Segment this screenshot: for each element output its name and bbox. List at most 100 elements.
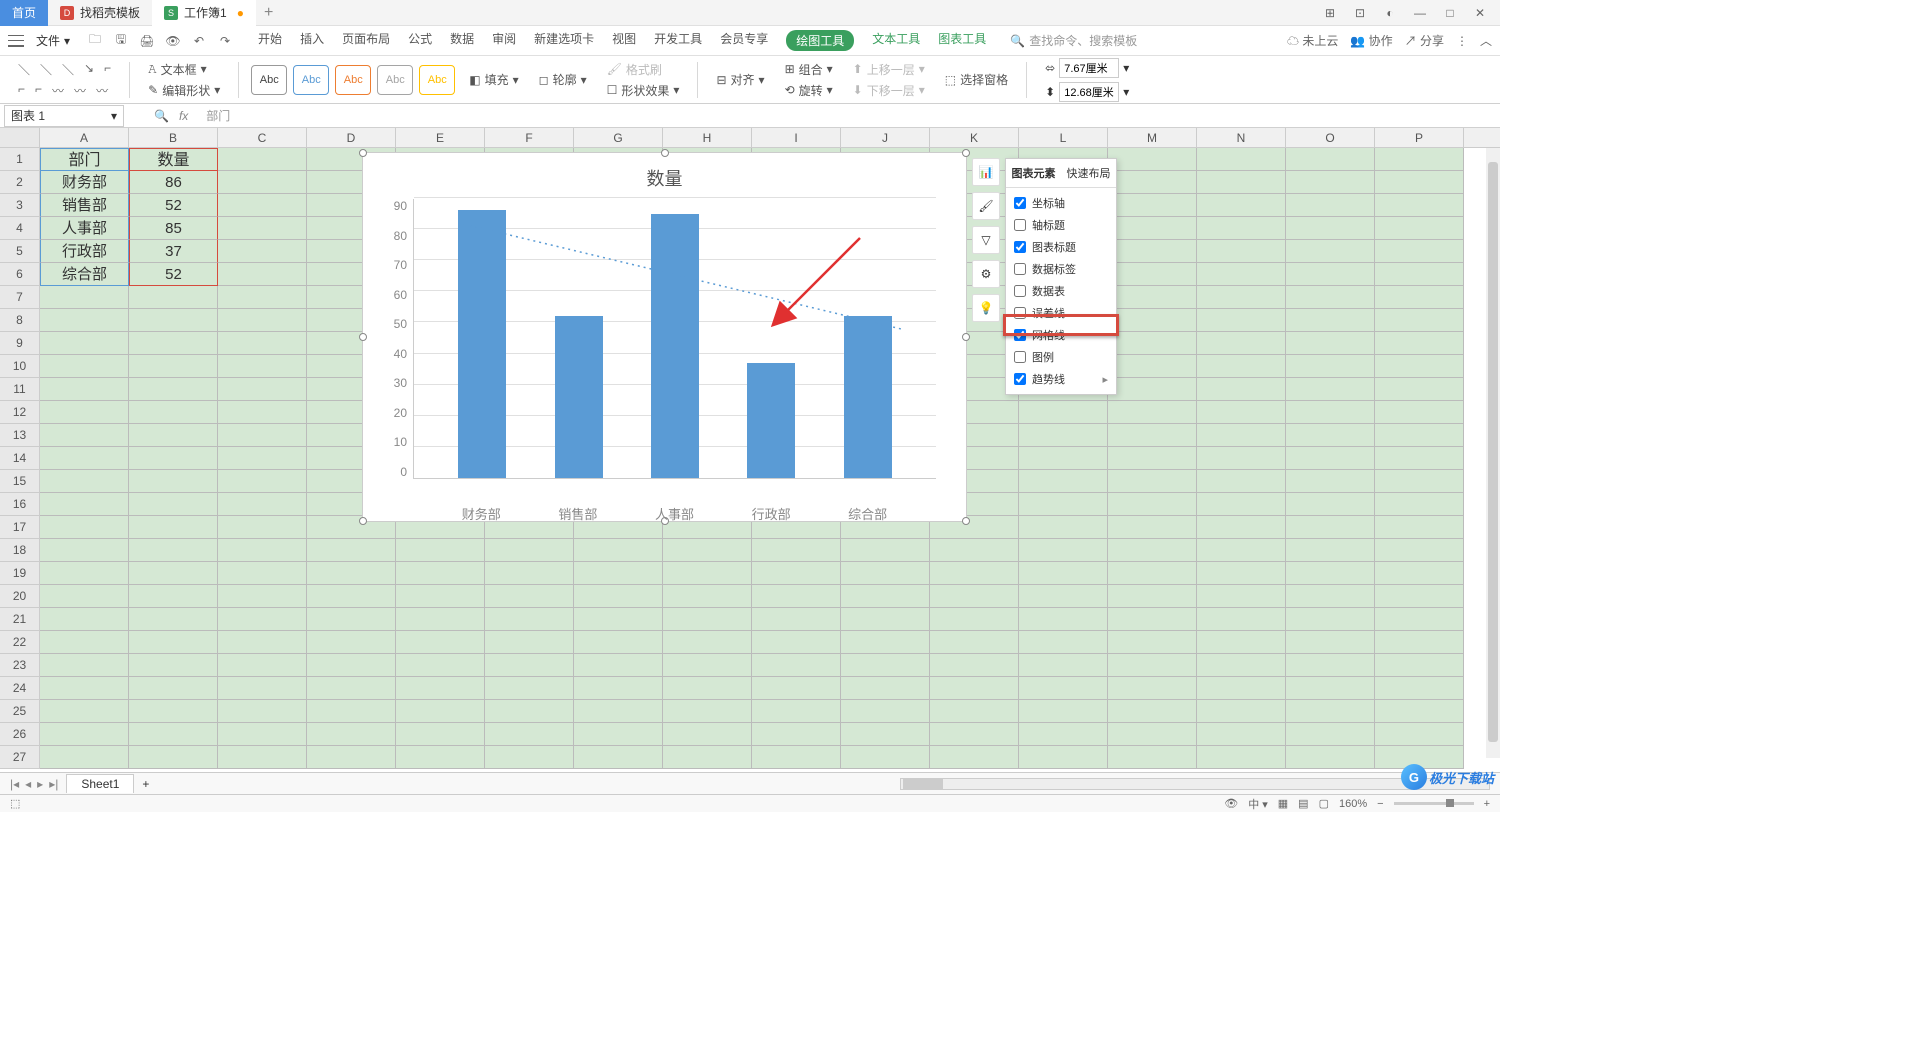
cell[interactable] bbox=[218, 608, 307, 631]
cell[interactable] bbox=[1197, 493, 1286, 516]
cell[interactable] bbox=[574, 539, 663, 562]
cell[interactable] bbox=[40, 447, 129, 470]
cell[interactable] bbox=[1197, 148, 1286, 171]
open-icon[interactable]: 🗀 bbox=[86, 32, 104, 50]
cell[interactable] bbox=[1375, 378, 1464, 401]
cell[interactable] bbox=[1108, 539, 1197, 562]
row-header[interactable]: 18 bbox=[0, 539, 40, 562]
row-header[interactable]: 21 bbox=[0, 608, 40, 631]
cell[interactable] bbox=[129, 700, 218, 723]
cell[interactable] bbox=[1019, 562, 1108, 585]
cell[interactable] bbox=[841, 562, 930, 585]
cell[interactable] bbox=[930, 723, 1019, 746]
cell[interactable] bbox=[129, 424, 218, 447]
cell[interactable] bbox=[1108, 516, 1197, 539]
textbox-button[interactable]: 𝙰 文本框 ▾ bbox=[148, 61, 220, 78]
cell[interactable] bbox=[485, 562, 574, 585]
cell[interactable] bbox=[218, 217, 307, 240]
cell[interactable] bbox=[1197, 700, 1286, 723]
row-header[interactable]: 14 bbox=[0, 447, 40, 470]
cell[interactable] bbox=[663, 585, 752, 608]
resize-handle[interactable] bbox=[962, 517, 970, 525]
cell[interactable] bbox=[396, 562, 485, 585]
cell[interactable] bbox=[841, 723, 930, 746]
cell[interactable] bbox=[396, 608, 485, 631]
cell[interactable] bbox=[40, 401, 129, 424]
cell[interactable] bbox=[218, 493, 307, 516]
row-header[interactable]: 10 bbox=[0, 355, 40, 378]
col-header[interactable]: P bbox=[1375, 128, 1464, 147]
cell[interactable] bbox=[663, 723, 752, 746]
cell[interactable] bbox=[841, 700, 930, 723]
cell[interactable]: 37 bbox=[129, 240, 218, 263]
layout-icon[interactable]: ⊞ bbox=[1320, 3, 1340, 23]
col-header[interactable]: M bbox=[1108, 128, 1197, 147]
cell[interactable] bbox=[307, 631, 396, 654]
cell[interactable]: 52 bbox=[129, 194, 218, 217]
cell[interactable] bbox=[40, 424, 129, 447]
popup-tab-elements[interactable]: 图表元素 bbox=[1006, 159, 1061, 187]
cell[interactable] bbox=[129, 654, 218, 677]
row-header[interactable]: 1 bbox=[0, 148, 40, 171]
cell[interactable] bbox=[218, 562, 307, 585]
undo-icon[interactable]: ↶ bbox=[190, 32, 208, 50]
col-header[interactable]: C bbox=[218, 128, 307, 147]
lightbulb-icon[interactable]: 💡 bbox=[972, 294, 1000, 322]
tab-review[interactable]: 审阅 bbox=[492, 30, 516, 51]
zoom-value[interactable]: 160% bbox=[1339, 798, 1367, 810]
tab-member[interactable]: 会员专享 bbox=[720, 30, 768, 51]
align-button[interactable]: ⊟对齐▾ bbox=[716, 71, 764, 88]
cell[interactable] bbox=[1286, 723, 1375, 746]
cell[interactable] bbox=[663, 700, 752, 723]
cell[interactable] bbox=[1286, 309, 1375, 332]
chart-options-icon[interactable]: 📊 bbox=[972, 158, 1000, 186]
cell[interactable] bbox=[129, 677, 218, 700]
settings-icon[interactable]: ⚙ bbox=[972, 260, 1000, 288]
resize-handle[interactable] bbox=[962, 333, 970, 341]
cell[interactable] bbox=[396, 700, 485, 723]
cell[interactable] bbox=[307, 539, 396, 562]
cell[interactable] bbox=[40, 493, 129, 516]
cell[interactable] bbox=[1375, 424, 1464, 447]
cell[interactable] bbox=[1375, 401, 1464, 424]
line6-icon[interactable]: ⌐ bbox=[18, 82, 25, 99]
cell[interactable] bbox=[1197, 309, 1286, 332]
style-2[interactable]: Abc bbox=[293, 65, 329, 95]
outline-button[interactable]: ◻轮廓▾ bbox=[539, 71, 587, 88]
checkbox[interactable] bbox=[1014, 219, 1026, 231]
row-header[interactable]: 12 bbox=[0, 401, 40, 424]
cell[interactable] bbox=[1108, 355, 1197, 378]
status-icon[interactable]: ⬚ bbox=[10, 797, 20, 810]
cell[interactable] bbox=[1286, 516, 1375, 539]
print-icon[interactable]: 🖨 bbox=[138, 32, 156, 50]
cell[interactable] bbox=[1108, 309, 1197, 332]
style-4[interactable]: Abc bbox=[377, 65, 413, 95]
cell[interactable] bbox=[574, 562, 663, 585]
col-header[interactable]: E bbox=[396, 128, 485, 147]
cell[interactable] bbox=[218, 447, 307, 470]
cell[interactable] bbox=[40, 562, 129, 585]
cell[interactable] bbox=[574, 677, 663, 700]
cell[interactable] bbox=[930, 631, 1019, 654]
cell[interactable] bbox=[218, 677, 307, 700]
cell[interactable] bbox=[129, 562, 218, 585]
cell[interactable] bbox=[1375, 286, 1464, 309]
cell[interactable] bbox=[1108, 470, 1197, 493]
cell[interactable] bbox=[1108, 631, 1197, 654]
cell[interactable] bbox=[1286, 171, 1375, 194]
popup-item[interactable]: 误差线 bbox=[1006, 302, 1116, 324]
group-button[interactable]: ⊞ 组合 ▾ bbox=[785, 61, 833, 78]
ime-icon[interactable]: 中 ▾ bbox=[1248, 796, 1268, 812]
cell[interactable] bbox=[663, 746, 752, 769]
cell[interactable] bbox=[485, 539, 574, 562]
cell[interactable] bbox=[129, 378, 218, 401]
cell[interactable] bbox=[1108, 493, 1197, 516]
row-header[interactable]: 23 bbox=[0, 654, 40, 677]
cell[interactable] bbox=[1197, 332, 1286, 355]
cell[interactable] bbox=[1197, 171, 1286, 194]
cell[interactable] bbox=[752, 539, 841, 562]
cell[interactable] bbox=[218, 585, 307, 608]
cell[interactable] bbox=[1019, 700, 1108, 723]
cell[interactable] bbox=[1108, 447, 1197, 470]
cell[interactable] bbox=[752, 723, 841, 746]
